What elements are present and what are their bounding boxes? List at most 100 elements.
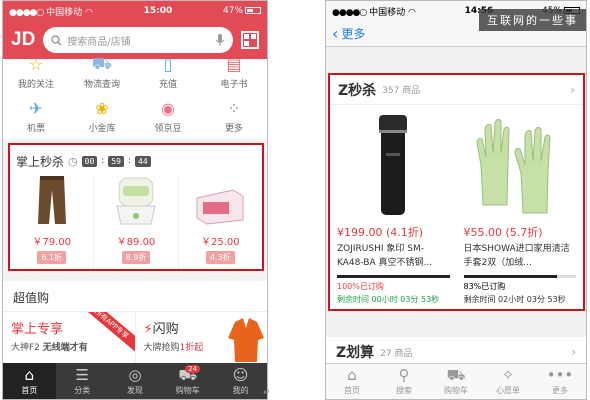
shortcut-label: 我的关注 bbox=[17, 80, 54, 90]
tab-label: 搜索 bbox=[396, 386, 412, 395]
user-icon: ☺ bbox=[232, 365, 249, 384]
tab-more[interactable]: ••• 更多 bbox=[534, 364, 586, 399]
tab-wishlist[interactable]: ✧ 心愿单 bbox=[482, 364, 534, 399]
timer-hours: 00 bbox=[81, 155, 98, 167]
carrier-label: 中国移动 bbox=[369, 7, 406, 18]
tab-category[interactable]: ☰ 分类 bbox=[56, 363, 109, 399]
chevron-right-icon: › bbox=[571, 345, 576, 359]
tab-label: 分类 bbox=[74, 385, 91, 395]
tab-label: 首页 bbox=[344, 386, 360, 395]
z-flash-sale-title: Z秒杀 bbox=[338, 82, 377, 99]
z-flash-sale-header[interactable]: Z秒杀 357 商品 › bbox=[330, 75, 583, 105]
battery-percent: 47% bbox=[222, 6, 243, 16]
app-header: JD 搜索商品/店铺 bbox=[3, 21, 267, 59]
back-label: 更多 bbox=[341, 27, 366, 41]
home-icon: ⌂ bbox=[347, 366, 357, 384]
tab-label: 购物车 bbox=[444, 386, 468, 395]
product-thermos-image bbox=[337, 109, 450, 220]
search-input[interactable]: 搜索商品/店铺 bbox=[67, 33, 210, 48]
wishlist-icon: ✧ bbox=[501, 366, 515, 384]
product-gloves-image bbox=[464, 109, 577, 220]
shortcut-piggy-bank[interactable]: ❀ 小金库 bbox=[69, 93, 135, 137]
tab-cart[interactable]: ⛟ 购物车 24 bbox=[161, 363, 214, 399]
product-name: ZOJIRUSHI 象印 SM-KA48-BA 真空不锈钢... bbox=[337, 244, 433, 269]
shortcut-book[interactable]: ▤ 电子书 bbox=[201, 55, 267, 93]
product-price: ¥199.00 bbox=[337, 226, 383, 240]
qr-scan-icon[interactable] bbox=[241, 31, 259, 49]
jd-app-screen: ●●●●○ 中国移动 ◠ 15:00 47% JD 搜索商品/店铺 ☆ 我的关注 ⛟… bbox=[2, 0, 268, 400]
more-icon: ••• bbox=[546, 366, 574, 384]
battery-icon bbox=[245, 7, 261, 14]
tab-label: 我的 bbox=[232, 385, 249, 395]
shortcut-star[interactable]: ☆ 我的关注 bbox=[3, 55, 69, 93]
flash-sale-panel: 掌上秒杀 ◷ 00: 59: 44 ￥79.00 6.1折 ￥89.00 8.9折 ￥2… bbox=[8, 143, 264, 271]
shortcut-label: 领京豆 bbox=[154, 124, 182, 134]
sold-progress-bar bbox=[463, 275, 576, 278]
search-bar[interactable]: 搜索商品/店铺 bbox=[43, 27, 233, 53]
shortcut-label: 更多 bbox=[224, 124, 243, 134]
home-icon: ⌂ bbox=[24, 365, 35, 384]
promo-subtitle: 大神F2 bbox=[11, 343, 40, 353]
discount-badge: 6.1折 bbox=[37, 251, 67, 264]
tab-label: 发现 bbox=[126, 385, 143, 395]
promo-mobile-exclusive[interactable]: 掌上专享 大神F2 无线端才有 所有APP专享 bbox=[3, 312, 136, 365]
shortcut-grid[interactable]: ⁘ 更多 bbox=[201, 93, 267, 137]
product-discount: (5.7折) bbox=[505, 226, 543, 240]
sold-status: 100%已订购 bbox=[337, 282, 384, 291]
tab-home[interactable]: ⌂ 首页 bbox=[326, 364, 378, 399]
z-flash-sale-item[interactable]: ¥55.00 (5.7折) 日本SHOWA进口家用清洁手套2双（加绒... 83%已… bbox=[457, 105, 584, 309]
microphone-icon[interactable] bbox=[215, 33, 225, 47]
value-deals-section: 超值购 掌上专享 大神F2 无线端才有 所有APP专享 ⚡闪购 大牌抢购1折起 bbox=[3, 281, 267, 365]
product-price: ￥89.00 bbox=[116, 237, 156, 248]
tab-label: 首页 bbox=[21, 385, 38, 395]
category-icon: ☰ bbox=[75, 365, 89, 384]
flash-sale-item[interactable]: ￥25.00 4.3折 bbox=[177, 177, 262, 267]
product-box-image bbox=[195, 186, 245, 230]
shortcut-label: 机票 bbox=[26, 124, 45, 134]
discount-badge: 8.9折 bbox=[121, 251, 151, 264]
shortcut-truck[interactable]: ⛟ 物流查询 bbox=[69, 54, 135, 93]
clock-icon: ◷ bbox=[68, 154, 78, 168]
section-title: 超值购 bbox=[13, 291, 50, 305]
time-remaining: 剩余时间 02小时 03分 53秒 bbox=[463, 295, 566, 304]
tab-user[interactable]: ☺ 我的 bbox=[214, 363, 267, 399]
status-bar: ●●●●○ 中国移动 ◠ 15:00 47% bbox=[3, 1, 267, 21]
product-humidifier-image bbox=[113, 174, 159, 230]
piggy-bank-icon: ❀ bbox=[95, 98, 109, 118]
discover-icon: ◎ bbox=[128, 365, 142, 384]
flash-sale-header[interactable]: 掌上秒杀 ◷ 00: 59: 44 bbox=[10, 145, 262, 177]
discount-badge: 4.3折 bbox=[205, 251, 235, 264]
shortcut-bean[interactable]: ◉ 领京豆 bbox=[135, 93, 201, 137]
cart-icon: ⛟ bbox=[446, 366, 466, 384]
tab-discover[interactable]: ◎ 发现 bbox=[109, 363, 162, 399]
promo-subtitle-highlight: 1折起 bbox=[179, 343, 204, 353]
carrier-label: 中国移动 bbox=[46, 7, 83, 18]
jd-logo[interactable]: JD bbox=[11, 29, 35, 51]
book-icon: ▤ bbox=[226, 55, 242, 74]
tab-search[interactable]: ⚲ 搜索 bbox=[378, 364, 430, 399]
bottom-tab-bar: ⌂ 首页 ☰ 分类 ◎ 发现 ⛟ 购物车 24 ☺ 我的 bbox=[3, 363, 267, 399]
shortcut-phone[interactable]: ▯ 充值 bbox=[135, 55, 201, 93]
sold-status: 83%已订购 bbox=[463, 282, 506, 291]
product-count: 357 商品 bbox=[382, 86, 421, 96]
tab-label: 购物车 bbox=[175, 385, 200, 395]
product-discount: (4.1折) bbox=[386, 226, 424, 240]
z-deal-title: Z划算 bbox=[336, 345, 375, 361]
flash-sale-item[interactable]: ￥89.00 8.9折 bbox=[93, 177, 177, 267]
promo-title: 闪购 bbox=[152, 322, 179, 337]
signal-icon: ●●●●○ bbox=[332, 7, 367, 18]
chevron-left-icon: ‹ bbox=[332, 24, 339, 43]
tab-cart[interactable]: ⛟ 购物车 bbox=[430, 364, 482, 399]
search-icon: ⚲ bbox=[398, 366, 410, 384]
shortcut-plane[interactable]: ✈ 机票 bbox=[3, 93, 69, 137]
tab-home[interactable]: ⌂ 首页 bbox=[3, 363, 56, 399]
promo-flash-buy[interactable]: ⚡闪购 大牌抢购1折起 bbox=[136, 312, 268, 365]
timer-minutes: 59 bbox=[108, 155, 124, 167]
wifi-icon: ◠ bbox=[408, 7, 416, 18]
z-flash-sale-item[interactable]: ¥199.00 (4.1折) ZOJIRUSHI 象印 SM-KA48-BA 真空… bbox=[330, 105, 457, 309]
bottom-tab-bar: ⌂ 首页 ⚲ 搜索 ⛟ 购物车 ✧ 心愿单 ••• 更多 bbox=[326, 363, 586, 399]
shortcut-grid: ☆ 我的关注 ⛟ 物流查询 ▯ 充值 ▤ 电子书 ✈ 机票 ❀ 小金库 ◉ 领京豆 ⁘ 更多 bbox=[3, 54, 267, 139]
return-mark: ↵ bbox=[263, 388, 271, 398]
signal-icon: ●●●●○ bbox=[9, 7, 44, 18]
flash-sale-item[interactable]: ￥79.00 6.1折 bbox=[10, 176, 93, 267]
